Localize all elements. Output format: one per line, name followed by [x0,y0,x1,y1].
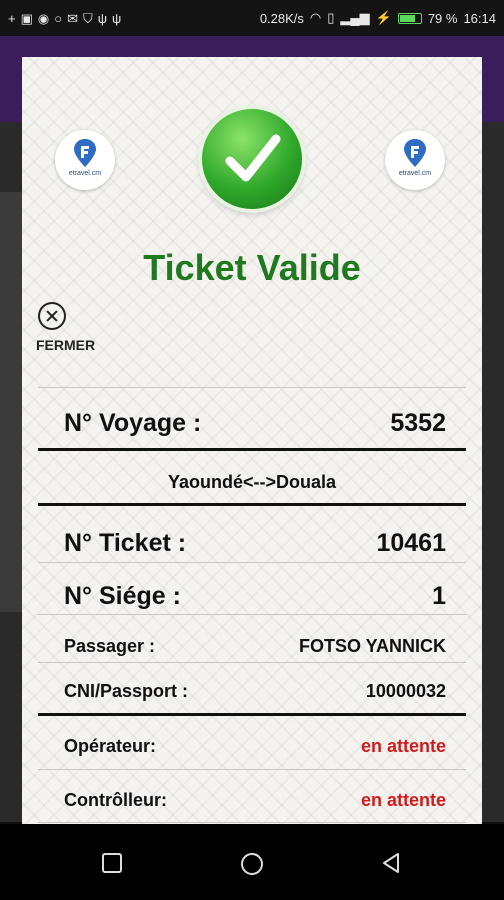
etravel-logo-right: etravel.cm [385,130,445,190]
divider [38,662,466,663]
id-row: CNI/Passport : 10000032 [64,677,446,705]
divider [38,822,466,823]
system-status: 0.28K/s ◠ ▯ ▂▄▆ ⚡ 79 % 16:14 [260,10,496,26]
mail-icon: ✉ [67,10,78,26]
operator-label: Opérateur: [64,735,157,756]
id-label: CNI/Passport : [64,680,189,701]
operator-row: Opérateur: en attente [64,732,446,760]
charging-icon: ⚡ [375,10,392,25]
square-icon [102,853,122,873]
seat-row: N° Siége : 1 [64,578,446,614]
vibrate-icon: ▯ [327,10,335,25]
etravel-logo-left: etravel.cm [55,130,115,190]
circle-icon [241,853,263,875]
voyage-row: N° Voyage : 5352 [64,405,446,441]
close-icon [38,302,66,330]
facebook-icon: ▣ [20,10,33,26]
voyage-label: N° Voyage : [64,408,202,437]
dialog-title: Ticket Valide [143,247,361,288]
ticket-row: N° Ticket : 10461 [64,525,446,561]
battery-icon [397,12,422,24]
ticket-value: 10461 [376,528,446,557]
operator-status: en attente [360,735,446,756]
notification-icons: + ▣ ◉ ○ ✉ ⛉ ψ ψ [8,12,121,25]
usb-icon: ψ [97,10,108,26]
network-speed: 0.28K/s [259,10,304,26]
voyage-value: 5352 [390,408,446,437]
seat-value: 1 [432,581,446,610]
messenger-icon: ◉ [37,10,50,26]
battery-percent: 79 % [427,10,458,26]
divider [38,769,466,770]
home-button[interactable] [240,852,264,881]
close-label: FERMER [36,337,96,353]
passenger-row: Passager : FOTSO YANNICK [64,632,446,660]
navigation-bar [0,824,504,900]
passenger-value: FOTSO YANNICK [298,635,446,656]
controller-status: en attente [360,789,446,810]
controller-row: Contrôlleur: en attente [64,786,446,814]
ticket-label: N° Ticket : [64,528,187,557]
logo-text: etravel.cm [398,170,432,177]
clock: 16:14 [463,10,496,26]
seat-label: N° Siége : [64,581,181,610]
ticket-dialog: etravel.cm etravel.cm Ticket Valide FERM… [22,57,482,824]
passenger-label: Passager : [64,635,156,656]
divider [38,562,466,563]
usb-icon-2: ψ [112,10,122,26]
wifi-icon: ◠ [309,10,322,25]
id-value: 10000032 [365,680,446,701]
back-triangle-icon [383,853,399,873]
close-button[interactable]: FERMER [36,302,106,357]
divider-thick [38,713,466,716]
shield-icon: ⛉ [83,10,93,26]
signal-icon: ▂▄▆ [340,10,370,25]
back-button[interactable] [380,852,402,879]
recent-apps-button[interactable] [101,852,123,879]
route-text: Yaoundé<-->Douala [167,472,337,492]
divider [38,387,466,388]
controller-label: Contrôlleur: [64,789,167,810]
plus-icon: + [8,10,16,26]
divider-thick [38,503,466,506]
divider-thick [38,448,466,451]
logo-text: etravel.cm [68,170,102,177]
whatsapp-icon: ○ [54,10,63,26]
status-bar: + ▣ ◉ ○ ✉ ⛉ ψ ψ 0.28K/s ◠ ▯ ▂▄▆ ⚡ 79 % 1… [0,0,504,36]
divider [38,614,466,615]
valid-check-icon [202,109,302,209]
